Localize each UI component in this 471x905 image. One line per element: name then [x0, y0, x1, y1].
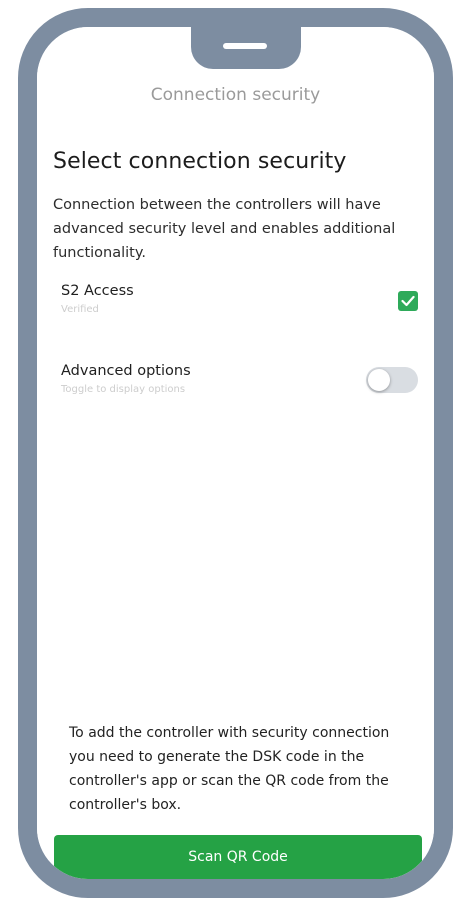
app-screen: Connection security Select connection se…: [37, 27, 434, 879]
page-title: Connection security: [150, 85, 321, 105]
phone-notch: [191, 27, 301, 69]
s2-access-checkbox[interactable]: [398, 291, 418, 311]
option-advanced[interactable]: Advanced options Toggle to display optio…: [53, 363, 418, 411]
scan-qr-code-button[interactable]: Scan QR Code: [54, 835, 422, 879]
toggle-knob: [368, 369, 390, 391]
dsk-info-text: To add the controller with security conn…: [69, 725, 390, 813]
option-label: S2 Access: [61, 283, 134, 299]
advanced-options-toggle[interactable]: [366, 367, 418, 393]
option-sublabel: Toggle to display options: [61, 384, 186, 395]
speaker-bar: [223, 43, 267, 49]
check-icon: [401, 295, 415, 307]
phone-frame: Connection security Select connection se…: [18, 8, 453, 898]
option-label: Advanced options: [61, 363, 191, 379]
section-title: Select connection security: [53, 149, 347, 174]
security-description: Connection between the controllers will …: [53, 197, 396, 261]
option-s2-access[interactable]: S2 Access Verified: [53, 283, 418, 331]
option-sublabel: Verified: [61, 304, 99, 315]
